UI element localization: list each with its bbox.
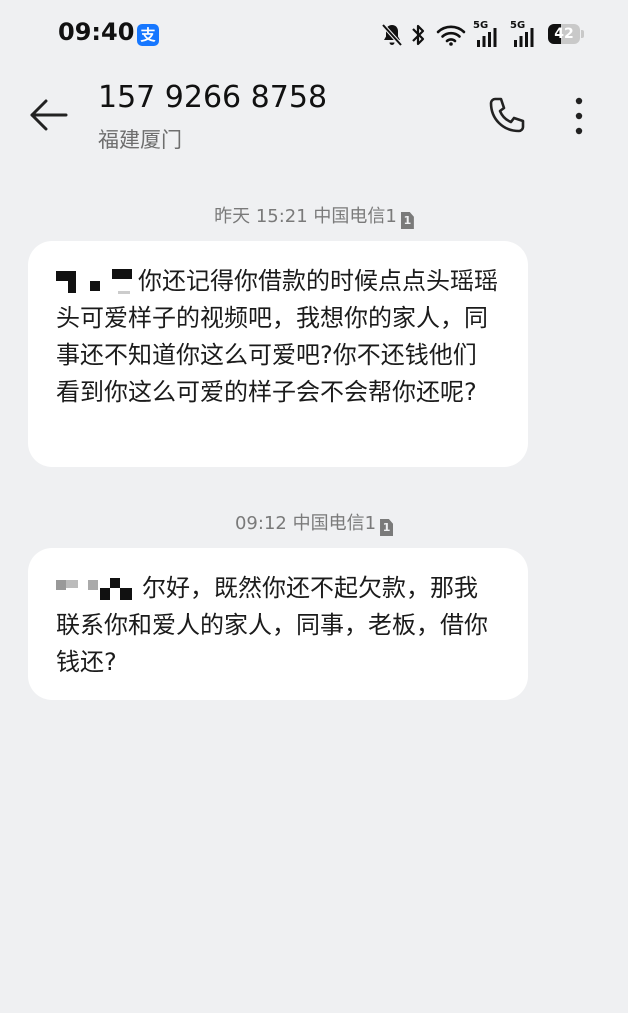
message-text: 你还记得你借款的时候点点头瑶瑶头可爱样子的视频吧，我想你的家人，同事还不知道你这… (56, 263, 500, 411)
message-bubble[interactable]: 尔好，既然你还不起欠款，那我联系你和爱人的家人，同事，老板，借你钱还? (28, 548, 528, 700)
contact-location: 福建厦门 (98, 128, 182, 152)
conversation-header: 157 9266 8758 福建厦门 (0, 70, 628, 170)
timestamp-text: 昨天 15:21 中国电信1 (214, 206, 397, 227)
alipay-icon: 支 (137, 24, 159, 46)
battery-icon: 42 (548, 24, 580, 44)
battery-level: 42 (554, 26, 574, 42)
more-options-button[interactable] (564, 96, 594, 136)
redacted-name (56, 576, 142, 602)
message-bubble[interactable]: 你还记得你借款的时候点点头瑶瑶头可爱样子的视频吧，我想你的家人，同事还不知道你这… (28, 241, 528, 467)
phone-icon (489, 97, 525, 133)
back-arrow-icon (30, 99, 68, 131)
mute-bell-icon (381, 23, 403, 47)
timestamp-text: 09:12 中国电信1 (234, 513, 377, 534)
sim-card-icon: 1 (400, 212, 414, 229)
redacted-name (56, 269, 138, 295)
battery-cap (581, 30, 584, 38)
status-bar: 09:40 支 5G 5G 42 (0, 0, 628, 70)
message-timestamp: 09:12 中国电信1 1 (0, 509, 628, 536)
bluetooth-icon (412, 24, 425, 46)
back-button[interactable] (26, 92, 72, 138)
signal-icon (477, 28, 497, 47)
call-button[interactable] (484, 94, 528, 138)
sim-card-icon: 1 (380, 519, 394, 536)
wifi-icon (436, 25, 466, 46)
more-vertical-icon (575, 97, 583, 135)
contact-number: 157 9266 8758 (98, 80, 328, 115)
conversation-screen: 09:40 支 5G 5G 42 157 9266 8758 福建厦门 昨天 1… (0, 0, 628, 1013)
message-timestamp: 昨天 15:21 中国电信1 1 (0, 202, 628, 229)
message-text: 尔好，既然你还不起欠款，那我联系你和爱人的家人，同事，老板，借你钱还? (56, 570, 500, 681)
signal-icon (514, 28, 534, 47)
status-time: 09:40 (58, 18, 135, 46)
